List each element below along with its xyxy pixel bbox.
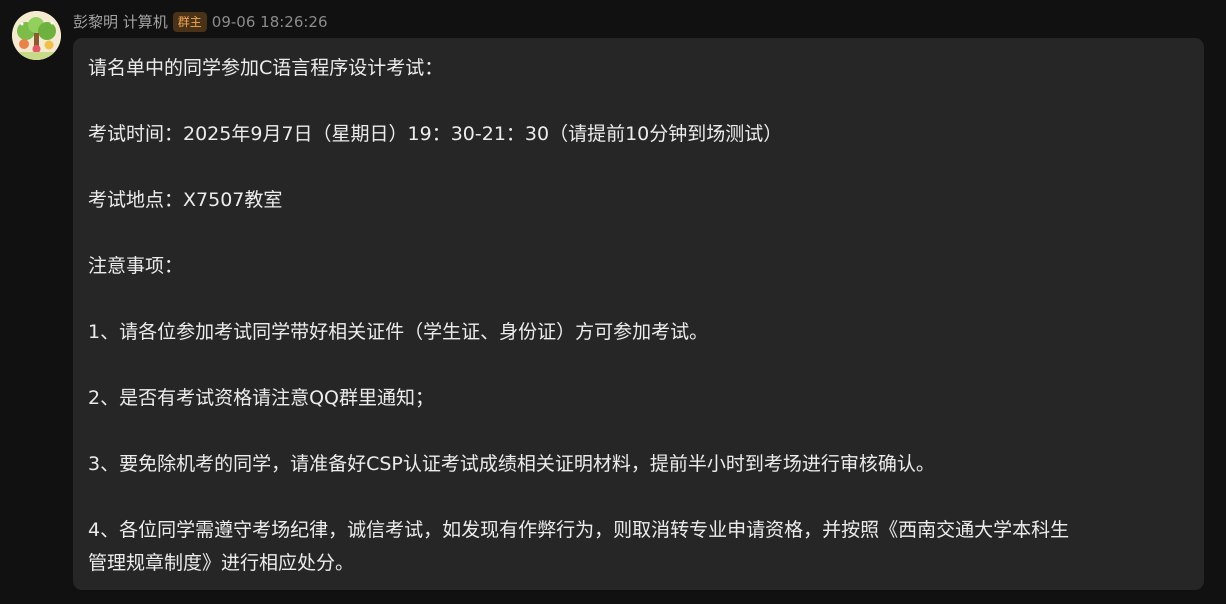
message-line: 管理规章制度》进行相应处分。 (88, 552, 355, 574)
chat-message: 彭黎明 计算机 群主 09-06 18:26:26 请名单中的同学参加C语言程序… (0, 0, 1226, 604)
message-line: 4、各位同学需遵守考场纪律，诚信考试，如发现有作弊行为，则取消转专业申请资格，并… (88, 519, 1070, 541)
owner-badge: 群主 (172, 12, 207, 32)
message-header: 彭黎明 计算机 群主 09-06 18:26:26 (73, 10, 328, 34)
message-line: 注意事项： (88, 255, 184, 277)
user-avatar[interactable] (12, 11, 61, 60)
message-timestamp: 09-06 18:26:26 (211, 13, 328, 31)
message-bubble[interactable]: 请名单中的同学参加C语言程序设计考试： 考试时间：2025年9月7日（星期日）1… (73, 38, 1204, 590)
message-line: 1、请各位参加考试同学带好相关证件（学生证、身份证）方可参加考试。 (88, 321, 709, 343)
avatar-illustration-icon (12, 11, 61, 60)
message-line: 请名单中的同学参加C语言程序设计考试： (88, 57, 444, 79)
message-line: 考试时间：2025年9月7日（星期日）19：30-21：30（请提前10分钟到场… (88, 123, 783, 145)
sender-name[interactable]: 彭黎明 计算机 (73, 10, 168, 34)
message-line: 考试地点：X7507教室 (88, 189, 283, 211)
message-line: 3、要免除机考的同学，请准备好CSP认证考试成绩相关证明材料，提前半小时到考场进… (88, 453, 935, 475)
message-line: 2、是否有考试资格请注意QQ群里通知； (88, 387, 434, 409)
